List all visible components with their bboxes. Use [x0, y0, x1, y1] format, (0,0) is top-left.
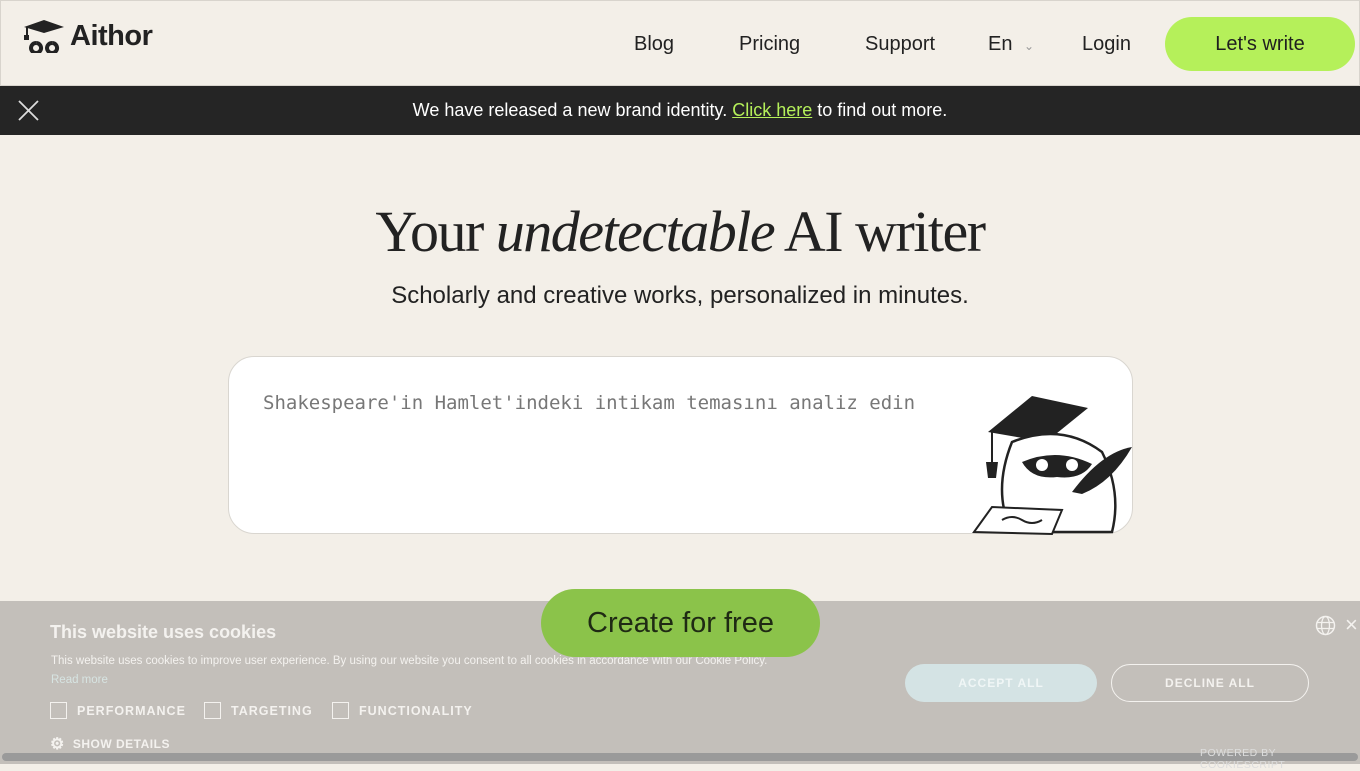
- brand-logo[interactable]: Aithor: [22, 19, 153, 53]
- nav-pricing[interactable]: Pricing: [739, 33, 800, 56]
- banner-text-end: to find out more.: [817, 100, 948, 120]
- announcement-banner: We have released a new brand identity. C…: [0, 86, 1360, 135]
- decline-all-button[interactable]: DECLINE ALL: [1111, 664, 1309, 702]
- checkbox-label: PERFORMANCE: [77, 703, 186, 718]
- login-link[interactable]: Login: [1082, 33, 1131, 56]
- language-label: En: [988, 33, 1013, 55]
- create-for-free-button[interactable]: Create for free: [541, 589, 820, 657]
- page-title: Your undetectable AI writer: [0, 198, 1360, 265]
- checkbox-label: TARGETING: [231, 703, 313, 718]
- horizontal-scrollbar[interactable]: [2, 753, 1358, 761]
- nav-support[interactable]: Support: [865, 33, 935, 56]
- accept-all-button[interactable]: ACCEPT ALL: [905, 664, 1097, 702]
- chevron-down-icon: ⌄: [1024, 39, 1035, 53]
- cookie-title: This website uses cookies: [50, 622, 277, 642]
- close-icon[interactable]: ×: [1345, 614, 1358, 636]
- checkbox-box[interactable]: [204, 702, 221, 719]
- close-icon[interactable]: [18, 100, 39, 121]
- checkbox-targeting[interactable]: TARGETING: [204, 702, 313, 719]
- banner-link[interactable]: Click here: [732, 100, 812, 121]
- globe-icon[interactable]: [1315, 615, 1336, 636]
- checkbox-performance[interactable]: PERFORMANCE: [50, 702, 186, 719]
- show-details-button[interactable]: ⚙ SHOW DETAILS: [50, 734, 170, 754]
- checkbox-box[interactable]: [332, 702, 349, 719]
- graduation-cap-infinity-icon: [24, 20, 64, 53]
- title-end: AI writer: [783, 199, 986, 264]
- brand-name: Aithor: [70, 19, 153, 52]
- powered-by[interactable]: POWERED BY COOKIESCRIPT: [1200, 747, 1360, 771]
- read-more-link[interactable]: Read more: [51, 674, 108, 686]
- banner-text: We have released a new brand identity.: [412, 100, 728, 120]
- lets-write-button[interactable]: Let's write: [1165, 17, 1355, 71]
- language-selector[interactable]: En ⌄: [988, 33, 1034, 56]
- subtitle: Scholarly and creative works, personaliz…: [391, 282, 969, 309]
- show-details-label: SHOW DETAILS: [72, 737, 170, 751]
- title-italic: undetectable: [495, 199, 776, 264]
- title-start: Your: [375, 199, 484, 264]
- checkbox-box[interactable]: [50, 702, 67, 719]
- gear-icon: ⚙: [50, 736, 65, 753]
- checkbox-functionality[interactable]: FUNCTIONALITY: [332, 702, 473, 719]
- top-nav: Aithor Blog Pricing Support En ⌄ Login L…: [0, 0, 1360, 86]
- prompt-placeholder: Shakespeare'in Hamlet'indeki intikam tem…: [263, 392, 916, 414]
- raccoon-mascot-icon: [972, 396, 1132, 536]
- checkbox-label: FUNCTIONALITY: [359, 703, 473, 718]
- nav-blog[interactable]: Blog: [634, 33, 674, 56]
